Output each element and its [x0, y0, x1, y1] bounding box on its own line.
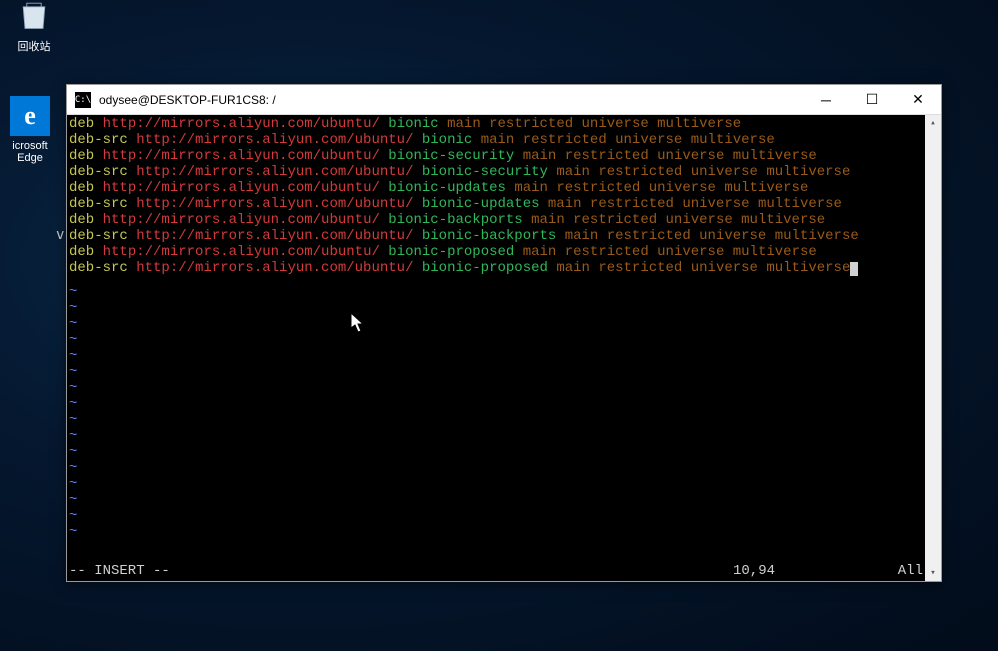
minimize-button[interactable]: ─: [803, 85, 849, 114]
vim-empty-line: ~: [69, 460, 941, 476]
vim-status-line: -- INSERT -- 10,94 All: [69, 563, 923, 579]
edge-icon: e: [10, 96, 50, 136]
vim-empty-line: ~: [69, 396, 941, 412]
vim-empty-line: ~: [69, 316, 941, 332]
scroll-up-icon[interactable]: ▴: [925, 115, 941, 131]
desktop-icon-label: 回收站: [18, 38, 51, 54]
vim-empty-line: ~: [69, 300, 941, 316]
vim-empty-line: ~: [69, 284, 941, 300]
vim-empty-line: ~: [69, 348, 941, 364]
source-line: deb http://mirrors.aliyun.com/ubuntu/ bi…: [69, 244, 941, 260]
vim-empty-line: ~: [69, 508, 941, 524]
source-line: deb http://mirrors.aliyun.com/ubuntu/ bi…: [69, 148, 941, 164]
vim-empty-line: ~: [69, 380, 941, 396]
terminal-body[interactable]: deb http://mirrors.aliyun.com/ubuntu/ bi…: [67, 115, 941, 581]
source-line: deb-src http://mirrors.aliyun.com/ubuntu…: [69, 132, 941, 148]
scrollbar[interactable]: ▴ ▾: [925, 115, 941, 581]
source-line: deb-src http://mirrors.aliyun.com/ubuntu…: [69, 164, 941, 180]
vim-cursor-position: 10,94: [733, 563, 873, 579]
vim-empty-line: ~: [69, 412, 941, 428]
desktop-icon-label: icrosoft Edge: [12, 140, 47, 164]
vim-mode: -- INSERT --: [69, 563, 733, 579]
terminal-window: C:\ odysee@DESKTOP-FUR1CS8: / ─ ☐ ✕ deb …: [66, 84, 942, 582]
maximize-button[interactable]: ☐: [849, 85, 895, 114]
vim-scroll-percent: All: [873, 563, 923, 579]
source-line: deb-src http://mirrors.aliyun.com/ubuntu…: [69, 260, 941, 276]
vim-empty-line: ~: [69, 524, 941, 540]
recycle-bin-icon: [14, 0, 54, 34]
source-line: deb-src http://mirrors.aliyun.com/ubuntu…: [69, 196, 941, 212]
source-line: deb http://mirrors.aliyun.com/ubuntu/ bi…: [69, 212, 941, 228]
window-title: odysee@DESKTOP-FUR1CS8: /: [99, 93, 803, 107]
source-line: deb http://mirrors.aliyun.com/ubuntu/ bi…: [69, 116, 941, 132]
close-button[interactable]: ✕: [895, 85, 941, 114]
source-line: deb http://mirrors.aliyun.com/ubuntu/ bi…: [69, 180, 941, 196]
text-cursor: [850, 262, 858, 276]
window-titlebar[interactable]: C:\ odysee@DESKTOP-FUR1CS8: / ─ ☐ ✕: [67, 85, 941, 115]
stray-text: v: [56, 227, 64, 243]
cmd-icon: C:\: [75, 92, 91, 108]
scroll-down-icon[interactable]: ▾: [925, 565, 941, 581]
terminal-content[interactable]: deb http://mirrors.aliyun.com/ubuntu/ bi…: [69, 116, 941, 581]
vim-empty-line: ~: [69, 492, 941, 508]
vim-empty-line: ~: [69, 428, 941, 444]
vim-empty-line: ~: [69, 476, 941, 492]
source-line: deb-src http://mirrors.aliyun.com/ubuntu…: [69, 228, 941, 244]
vim-empty-line: ~: [69, 332, 941, 348]
desktop-icon-recycle-bin[interactable]: 回收站: [4, 0, 64, 54]
vim-empty-line: ~: [69, 444, 941, 460]
desktop-icon-edge[interactable]: e icrosoft Edge: [0, 96, 60, 164]
vim-empty-line: ~: [69, 364, 941, 380]
